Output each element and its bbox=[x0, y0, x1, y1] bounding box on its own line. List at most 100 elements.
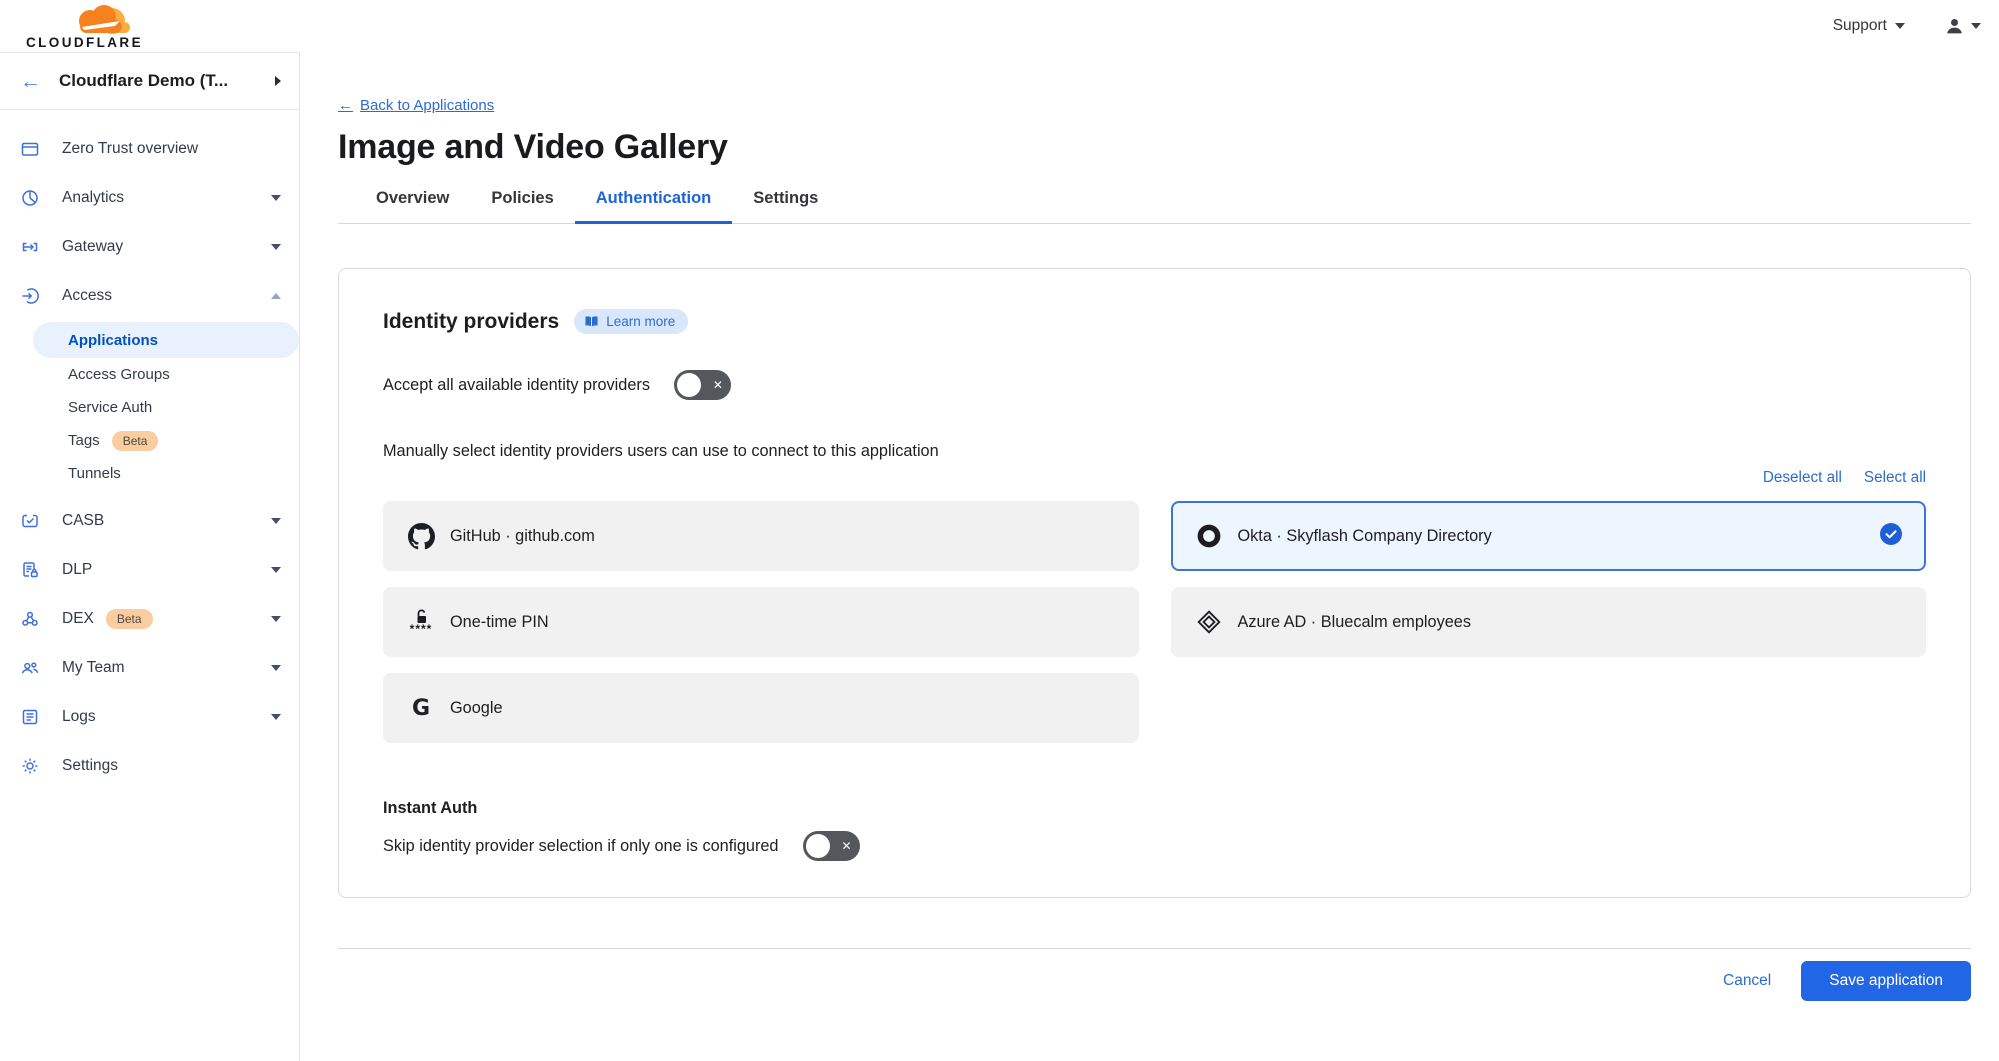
tab-settings[interactable]: Settings bbox=[732, 185, 839, 224]
provider-name: One-time PIN bbox=[450, 613, 549, 632]
sidebar-item-dlp[interactable]: DLP bbox=[0, 545, 299, 594]
access-icon bbox=[20, 286, 40, 306]
sidebar-item-label: My Team bbox=[62, 659, 125, 677]
identity-providers-card: Identity providers Learn more Accept all… bbox=[338, 268, 1971, 898]
provider-one-time-pin[interactable]: **** One-time PIN bbox=[383, 587, 1139, 657]
chevron-down-icon bbox=[1895, 23, 1905, 29]
one-time-pin-icon: **** bbox=[407, 609, 435, 635]
gear-icon bbox=[20, 756, 40, 776]
back-arrow-icon[interactable]: ← bbox=[20, 71, 41, 92]
instant-auth-toggle[interactable]: ✕ bbox=[803, 831, 860, 861]
sidebar-item-label: Logs bbox=[62, 708, 96, 726]
back-arrow-icon: ← bbox=[338, 97, 353, 114]
sidebar-nav: Zero Trust overview Analytics Gateway bbox=[0, 110, 299, 790]
chevron-down-icon bbox=[271, 195, 281, 201]
main-content: ← Back to Applications Image and Video G… bbox=[300, 52, 1999, 1061]
provider-name: Okta · Skyflash Company Directory bbox=[1238, 527, 1492, 546]
azure-ad-icon bbox=[1195, 609, 1223, 635]
select-all-link[interactable]: Select all bbox=[1864, 469, 1926, 487]
google-icon: G bbox=[407, 696, 435, 721]
sidebar-item-label: Access bbox=[62, 287, 112, 305]
sidebar-item-label: CASB bbox=[62, 512, 104, 530]
team-icon bbox=[20, 658, 40, 678]
book-icon bbox=[584, 315, 599, 328]
support-menu[interactable]: Support bbox=[1833, 17, 1905, 35]
toggle-knob bbox=[806, 834, 830, 858]
accept-all-label: Accept all available identity providers bbox=[383, 376, 650, 395]
back-link-label: Back to Applications bbox=[360, 97, 494, 114]
sidebar-item-label: Gateway bbox=[62, 238, 123, 256]
sidebar-item-access[interactable]: Access bbox=[0, 271, 299, 320]
sidebar-item-tunnels[interactable]: Tunnels bbox=[0, 457, 299, 490]
sidebar-item-dex[interactable]: DEX Beta bbox=[0, 594, 299, 643]
card-heading: Identity providers bbox=[383, 310, 559, 334]
sidebar-item-applications[interactable]: Applications bbox=[33, 322, 299, 358]
cloudflare-cloud-icon bbox=[79, 5, 130, 34]
manual-select-text: Manually select identity providers users… bbox=[383, 442, 1926, 461]
tab-authentication[interactable]: Authentication bbox=[575, 185, 733, 224]
user-icon bbox=[1945, 17, 1964, 36]
provider-name: Azure AD · Bluecalm employees bbox=[1238, 613, 1471, 632]
cloudflare-logo-text: CLOUDFLARE bbox=[26, 35, 143, 50]
sidebar-item-settings[interactable]: Settings bbox=[0, 741, 299, 790]
window-icon bbox=[20, 139, 40, 159]
tab-overview[interactable]: Overview bbox=[355, 185, 470, 224]
sidebar-item-casb[interactable]: CASB bbox=[0, 496, 299, 545]
sidebar-item-access-groups[interactable]: Access Groups bbox=[0, 358, 299, 391]
page-title: Image and Video Gallery bbox=[338, 128, 1971, 167]
top-bar: CLOUDFLARE Support bbox=[0, 0, 1999, 52]
tab-bar: Overview Policies Authentication Setting… bbox=[338, 185, 1971, 224]
back-to-applications-link[interactable]: ← Back to Applications bbox=[338, 97, 494, 114]
chevron-down-icon bbox=[271, 244, 281, 250]
gateway-icon bbox=[20, 237, 40, 257]
chevron-right-icon bbox=[275, 76, 281, 86]
cloudflare-logo: CLOUDFLARE bbox=[16, 4, 148, 55]
instant-auth-heading: Instant Auth bbox=[383, 799, 1926, 818]
learn-more-label: Learn more bbox=[606, 314, 675, 329]
sidebar: ← Cloudflare Demo (T... Zero Trust overv… bbox=[0, 52, 300, 1061]
chevron-down-icon bbox=[271, 616, 281, 622]
toggle-x-icon: ✕ bbox=[841, 839, 851, 853]
sidebar-item-label: Settings bbox=[62, 757, 118, 775]
account-switcher[interactable]: ← Cloudflare Demo (T... bbox=[0, 53, 299, 110]
provider-okta[interactable]: Okta · Skyflash Company Directory bbox=[1171, 501, 1927, 571]
provider-github[interactable]: GitHub · github.com bbox=[383, 501, 1139, 571]
deselect-all-link[interactable]: Deselect all bbox=[1763, 469, 1842, 487]
toggle-knob bbox=[677, 373, 701, 397]
footer-divider bbox=[338, 948, 1971, 949]
provider-google[interactable]: G Google bbox=[383, 673, 1139, 743]
sidebar-item-logs[interactable]: Logs bbox=[0, 692, 299, 741]
sidebar-item-label: Tags bbox=[68, 432, 100, 449]
provider-name: GitHub · github.com bbox=[450, 527, 595, 546]
chevron-down-icon bbox=[271, 518, 281, 524]
sidebar-item-tags[interactable]: Tags Beta bbox=[0, 424, 299, 457]
list-document-icon bbox=[20, 707, 40, 727]
accept-all-toggle[interactable]: ✕ bbox=[674, 370, 731, 400]
sidebar-item-my-team[interactable]: My Team bbox=[0, 643, 299, 692]
access-subnav: Applications Access Groups Service Auth … bbox=[0, 322, 299, 490]
sidebar-item-label: DEX bbox=[62, 610, 94, 628]
cancel-button[interactable]: Cancel bbox=[1723, 972, 1771, 990]
footer-actions: Cancel Save application bbox=[338, 961, 1971, 1001]
user-menu[interactable] bbox=[1945, 17, 1981, 36]
sidebar-item-analytics[interactable]: Analytics bbox=[0, 173, 299, 222]
pie-chart-icon bbox=[20, 188, 40, 208]
sidebar-item-label: Analytics bbox=[62, 189, 124, 207]
sidebar-item-service-auth[interactable]: Service Auth bbox=[0, 391, 299, 424]
network-icon bbox=[20, 609, 40, 629]
sidebar-item-zero-trust-overview[interactable]: Zero Trust overview bbox=[0, 124, 299, 173]
sidebar-item-gateway[interactable]: Gateway bbox=[0, 222, 299, 271]
tab-policies[interactable]: Policies bbox=[470, 185, 574, 224]
github-icon bbox=[407, 523, 435, 550]
save-application-button[interactable]: Save application bbox=[1801, 961, 1971, 1001]
casb-icon bbox=[20, 511, 40, 531]
chevron-down-icon bbox=[271, 567, 281, 573]
account-name: Cloudflare Demo (T... bbox=[59, 71, 228, 91]
sidebar-item-label: Tunnels bbox=[68, 465, 121, 482]
document-lock-icon bbox=[20, 560, 40, 580]
learn-more-badge[interactable]: Learn more bbox=[574, 309, 688, 334]
provider-name: Google bbox=[450, 699, 503, 718]
provider-azure-ad[interactable]: Azure AD · Bluecalm employees bbox=[1171, 587, 1927, 657]
support-label: Support bbox=[1833, 17, 1887, 35]
pin-stars: **** bbox=[410, 623, 433, 635]
